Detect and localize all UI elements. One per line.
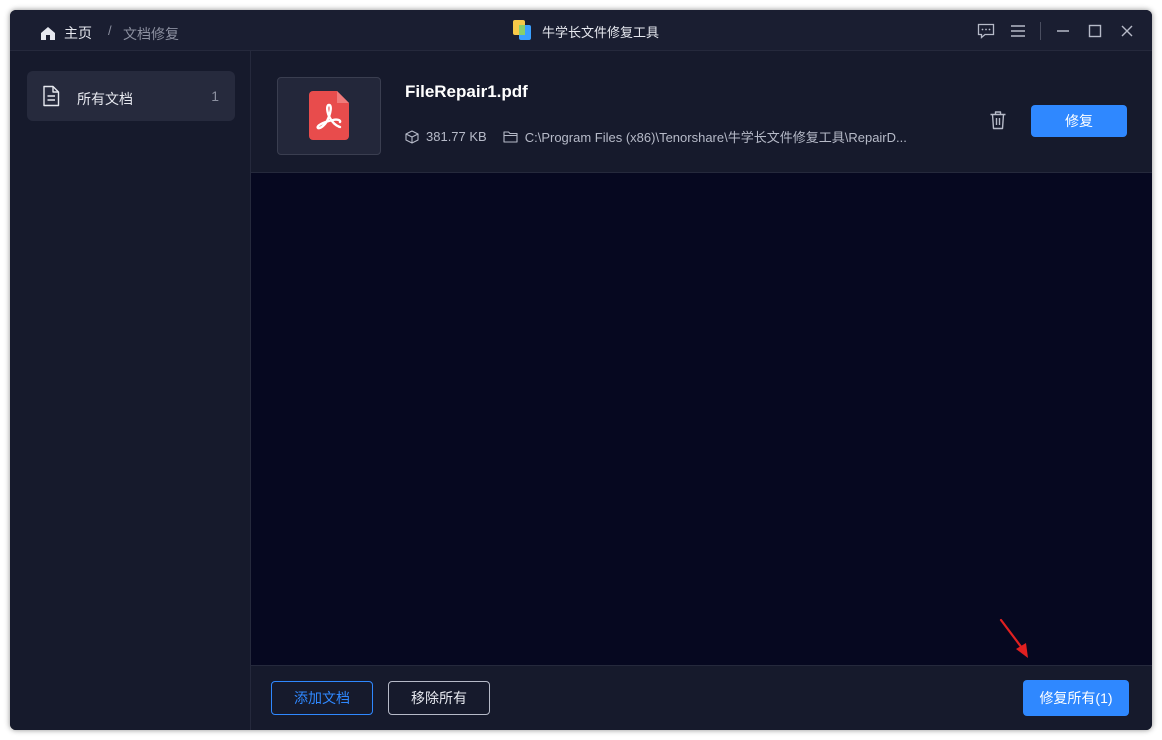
maximize-icon [1088, 24, 1102, 38]
app-window: 主页 / 文档修复 牛学长文件修复工具 所有文档 1 FileRepair1.p… [10, 10, 1152, 730]
close-icon [1121, 25, 1133, 37]
app-title: 牛学长文件修复工具 [512, 19, 659, 41]
add-document-button[interactable]: 添加文档 [271, 681, 373, 715]
sidebar: 所有文档 1 [10, 51, 251, 730]
app-logo-icon [513, 20, 531, 40]
repair-button[interactable]: 修复 [1031, 105, 1127, 137]
breadcrumb-home-label: 主页 [64, 25, 92, 41]
folder-icon [503, 131, 518, 143]
footer-bar: 添加文档 移除所有 修复所有(1) [251, 665, 1152, 730]
maximize-button[interactable] [1086, 22, 1104, 40]
minimize-button[interactable] [1054, 22, 1072, 40]
file-size-icon [405, 129, 419, 144]
delete-file-button[interactable] [989, 110, 1007, 135]
remove-all-button[interactable]: 移除所有 [388, 681, 490, 715]
close-button[interactable] [1118, 22, 1136, 40]
annotation-arrow-icon [999, 618, 1028, 658]
titlebar-divider [1040, 22, 1041, 40]
sidebar-item-label: 所有文档 [77, 91, 133, 107]
sidebar-item-all-documents[interactable]: 所有文档 1 [27, 71, 235, 121]
home-icon [41, 26, 55, 40]
file-name: FileRepair1.pdf [405, 82, 528, 101]
feedback-button[interactable] [977, 22, 995, 40]
document-icon [43, 85, 60, 107]
pdf-file-icon [309, 91, 349, 140]
minimize-icon [1057, 30, 1069, 32]
file-meta: 381.77 KB C:\Program Files (x86)\Tenorsh… [405, 127, 907, 146]
hamburger-menu-icon [1011, 25, 1025, 37]
file-row: FileRepair1.pdf 381.77 KB C:\Program Fil… [251, 51, 1152, 173]
breadcrumb-separator: / [108, 23, 112, 38]
file-size: 381.77 KB [426, 129, 487, 144]
file-list-area [251, 173, 1152, 665]
chat-feedback-icon [977, 23, 995, 39]
title-bar: 主页 / 文档修复 牛学长文件修复工具 [10, 10, 1152, 51]
sidebar-item-count: 1 [211, 88, 219, 104]
menu-button[interactable] [1009, 22, 1027, 40]
file-thumbnail [277, 77, 381, 155]
trash-icon [990, 111, 1006, 130]
breadcrumb-current: 文档修复 [123, 26, 179, 42]
breadcrumb-home[interactable]: 主页 [40, 23, 92, 43]
repair-all-button[interactable]: 修复所有(1) [1023, 680, 1129, 716]
app-title-text: 牛学长文件修复工具 [542, 25, 660, 40]
file-path: C:\Program Files (x86)\Tenorshare\牛学长文件修… [524, 130, 907, 145]
main-panel: FileRepair1.pdf 381.77 KB C:\Program Fil… [251, 51, 1152, 730]
